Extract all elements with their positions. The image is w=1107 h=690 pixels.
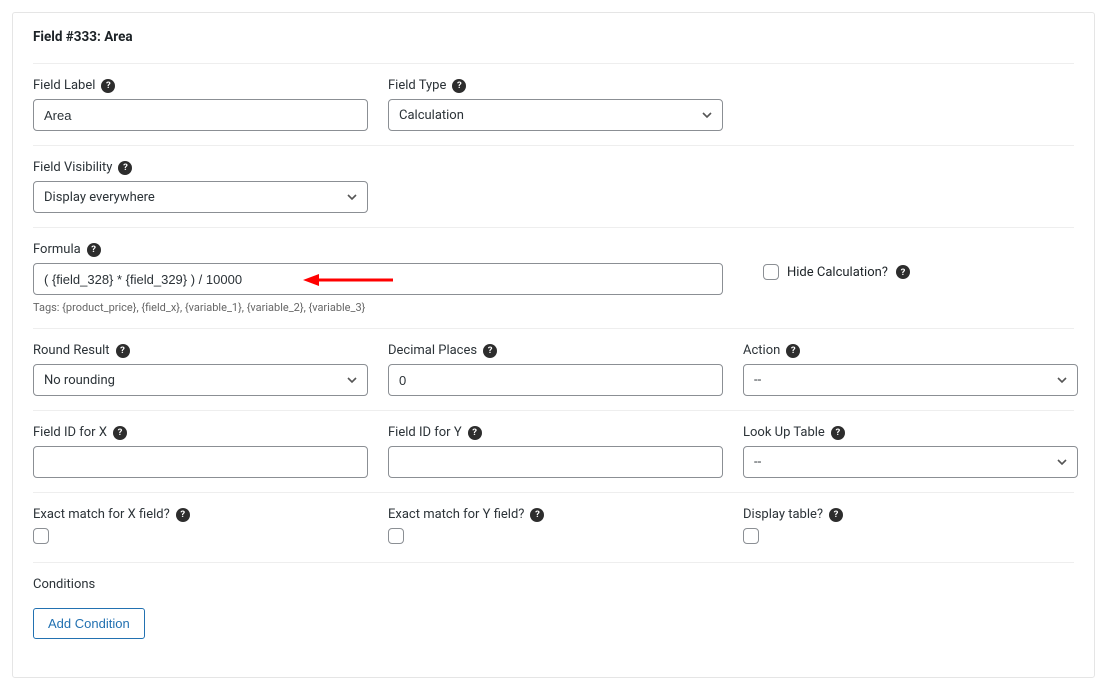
exact-match-x-checkbox[interactable]	[33, 528, 49, 544]
row-formula: Formula ? Tags: {product_price}, {field_…	[33, 242, 1074, 329]
label-lookup-table: Look Up Table ?	[743, 425, 1078, 440]
formula-input-wrap	[33, 263, 723, 295]
select-value: Display everywhere	[44, 190, 155, 205]
label-text: Action	[743, 343, 780, 358]
help-icon[interactable]: ?	[113, 426, 127, 440]
panel-title: Field #333: Area	[33, 29, 1074, 45]
select-value: No rounding	[44, 373, 115, 388]
label-text: Field Type	[388, 78, 446, 93]
col-field-id-x: Field ID for X ?	[33, 425, 368, 478]
field-visibility-select[interactable]: Display everywhere	[33, 181, 368, 213]
label-round-result: Round Result ?	[33, 343, 368, 358]
help-icon[interactable]: ?	[483, 344, 497, 358]
conditions-label: Conditions	[33, 577, 95, 592]
col-display-table: Display table? ?	[743, 507, 1078, 548]
help-icon[interactable]: ?	[118, 161, 132, 175]
divider	[33, 63, 1074, 64]
select-value: Calculation	[399, 108, 464, 123]
label-formula: Formula ?	[33, 242, 723, 257]
round-result-select[interactable]: No rounding	[33, 364, 368, 396]
label-text: Display table?	[743, 507, 823, 522]
col-field-id-y: Field ID for Y ?	[388, 425, 723, 478]
exact-match-y-checkbox[interactable]	[388, 528, 404, 544]
display-table-checkbox[interactable]	[743, 528, 759, 544]
label-decimal-places: Decimal Places ?	[388, 343, 723, 358]
label-text: Field Label	[33, 78, 95, 93]
label-text: Decimal Places	[388, 343, 477, 358]
help-icon[interactable]: ?	[896, 265, 910, 279]
help-icon[interactable]: ?	[176, 508, 190, 522]
formula-input[interactable]	[33, 263, 723, 295]
label-display-table: Display table? ?	[743, 507, 1078, 522]
label-action: Action ?	[743, 343, 1078, 358]
help-icon[interactable]: ?	[530, 508, 544, 522]
label-text: Formula	[33, 242, 81, 257]
help-icon[interactable]: ?	[786, 344, 800, 358]
decimal-places-input[interactable]	[388, 364, 723, 396]
label-field-label: Field Label ?	[33, 78, 368, 93]
row-visibility: Field Visibility ? Display everywhere	[33, 160, 1074, 228]
action-select[interactable]: --	[743, 364, 1078, 396]
add-condition-button[interactable]: Add Condition	[33, 608, 145, 639]
label-field-visibility: Field Visibility ?	[33, 160, 368, 175]
button-label: Add Condition	[48, 616, 130, 631]
row-conditions: Conditions Add Condition	[33, 577, 1074, 647]
label-text: Exact match for Y field?	[388, 507, 524, 522]
col-field-label: Field Label ?	[33, 78, 368, 131]
label-text: Hide Calculation?	[787, 265, 888, 280]
label-text: Round Result	[33, 343, 110, 358]
col-lookup-table: Look Up Table ? --	[743, 425, 1078, 478]
label-field-id-y: Field ID for Y ?	[388, 425, 723, 440]
help-icon[interactable]: ?	[468, 426, 482, 440]
col-field-type: Field Type ? Calculation	[388, 78, 723, 131]
col-exact-y: Exact match for Y field? ?	[388, 507, 723, 548]
select-value: --	[754, 455, 761, 470]
label-exact-y: Exact match for Y field? ?	[388, 507, 723, 522]
col-round-result: Round Result ? No rounding	[33, 343, 368, 396]
label-text: Field ID for X	[33, 425, 107, 440]
col-action: Action ? --	[743, 343, 1078, 396]
row-xy-lookup: Field ID for X ? Field ID for Y ? Look U…	[33, 425, 1074, 493]
hide-calculation-checkbox-wrap: Hide Calculation? ?	[763, 264, 1098, 280]
field-label-input[interactable]	[33, 99, 368, 131]
field-settings-panel: Field #333: Area Field Label ? Field Typ…	[12, 12, 1095, 678]
label-field-id-x: Field ID for X ?	[33, 425, 368, 440]
label-text: Field ID for Y	[388, 425, 462, 440]
hide-calculation-checkbox[interactable]	[763, 264, 779, 280]
col-decimal-places: Decimal Places ?	[388, 343, 723, 396]
col-hide-calc: Hide Calculation? ?	[763, 242, 1098, 280]
col-field-visibility: Field Visibility ? Display everywhere	[33, 160, 368, 213]
help-icon[interactable]: ?	[101, 79, 115, 93]
label-text: Look Up Table	[743, 425, 825, 440]
select-value: --	[754, 373, 761, 388]
help-icon[interactable]: ?	[452, 79, 466, 93]
label-exact-x: Exact match for X field? ?	[33, 507, 368, 522]
label-field-type: Field Type ?	[388, 78, 723, 93]
help-icon[interactable]: ?	[829, 508, 843, 522]
help-icon[interactable]: ?	[87, 243, 101, 257]
field-id-x-input[interactable]	[33, 446, 368, 478]
formula-helper-tags: Tags: {product_price}, {field_x}, {varia…	[33, 301, 723, 314]
row-round-decimal-action: Round Result ? No rounding Decimal Place…	[33, 343, 1074, 411]
help-icon[interactable]: ?	[831, 426, 845, 440]
field-type-select[interactable]: Calculation	[388, 99, 723, 131]
label-text: Field Visibility	[33, 160, 112, 175]
lookup-table-select[interactable]: --	[743, 446, 1078, 478]
help-icon[interactable]: ?	[116, 344, 130, 358]
field-id-y-input[interactable]	[388, 446, 723, 478]
row-label-type: Field Label ? Field Type ? Calculation	[33, 78, 1074, 146]
col-formula: Formula ? Tags: {product_price}, {field_…	[33, 242, 723, 314]
label-text: Exact match for X field?	[33, 507, 170, 522]
col-exact-x: Exact match for X field? ?	[33, 507, 368, 548]
row-exact-display: Exact match for X field? ? Exact match f…	[33, 507, 1074, 563]
